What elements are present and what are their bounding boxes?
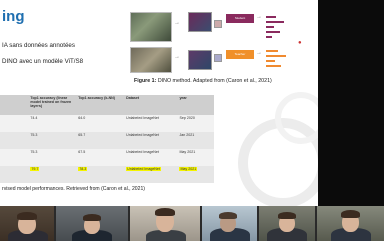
performance-table: Top1 accuracy (linear model trained on f… bbox=[0, 95, 214, 183]
figure-photo-top bbox=[130, 12, 172, 42]
video-tile-participant-2[interactable] bbox=[56, 206, 128, 241]
figure-crop-top bbox=[188, 12, 212, 32]
video-tile-participant-5[interactable] bbox=[259, 206, 315, 241]
screen-share-margin bbox=[318, 0, 384, 206]
output-bars-bottom bbox=[266, 48, 294, 72]
table-row: 75.3 65.7 Unlabeled ImageNet Jan 2021 bbox=[0, 132, 214, 149]
video-participant-strip bbox=[0, 206, 384, 241]
table-header: year bbox=[177, 95, 214, 115]
table-header-row: Top1 accuracy (linear model trained on f… bbox=[0, 95, 214, 115]
decorative-arc bbox=[275, 92, 318, 144]
person-hair bbox=[17, 212, 37, 220]
table-cell: Unlabeled ImageNet bbox=[124, 149, 178, 166]
table-cell bbox=[0, 132, 29, 149]
figure-thumb-top bbox=[214, 20, 222, 28]
arrow-icon: → bbox=[174, 20, 180, 26]
table-cell: 65.7 bbox=[76, 132, 125, 149]
presentation-slide: ing IA sans données annotées DINO avec u… bbox=[0, 0, 318, 206]
figure-caption-text: DINO method. Adapted from (Caron et al.,… bbox=[156, 78, 272, 84]
table-cell-highlighted: 78.3 bbox=[78, 167, 88, 171]
figure-caption-label: Figure 1: bbox=[134, 78, 157, 84]
table-cell-highlighted: 79.7 bbox=[30, 167, 40, 171]
person-hair bbox=[341, 210, 360, 218]
table-cell: 75.3 bbox=[28, 132, 77, 149]
table-header: Top1 accuracy (k-NN) bbox=[76, 95, 125, 115]
bullet-1: IA sans données annotées bbox=[2, 42, 75, 49]
video-tile-participant-3[interactable] bbox=[130, 206, 200, 241]
person-hair bbox=[219, 212, 237, 219]
teacher-box: Teacher bbox=[226, 50, 254, 59]
video-tile-participant-4[interactable] bbox=[202, 206, 257, 241]
person-hair bbox=[278, 212, 296, 219]
video-tile-participant-1[interactable] bbox=[0, 206, 54, 241]
table-header: Dataset bbox=[124, 95, 178, 115]
table-cell: Unlabeled ImageNet bbox=[124, 132, 178, 149]
figure-caption: Figure 1: DINO method. Adapted from (Car… bbox=[134, 78, 272, 84]
person-hair bbox=[83, 214, 101, 221]
arrow-icon: → bbox=[256, 50, 262, 56]
table-row: 74.4 64.0 Unlabeled ImageNet Sep 2020 bbox=[0, 115, 214, 132]
table-cell: Jan 2021 bbox=[177, 132, 214, 149]
arrow-icon: → bbox=[174, 54, 180, 60]
table-cell: 64.0 bbox=[76, 115, 125, 132]
table-cell: May 2021 bbox=[177, 149, 214, 166]
table-header: Top1 accuracy (linear model trained on f… bbox=[28, 95, 77, 115]
video-tile-participant-6[interactable] bbox=[317, 206, 384, 241]
table-cell bbox=[0, 166, 29, 183]
figure-crop-bottom bbox=[188, 50, 212, 70]
table-cell: 67.5 bbox=[76, 149, 125, 166]
table-caption: rvised model performances. Retrieved fro… bbox=[2, 186, 145, 192]
person-hair bbox=[155, 208, 175, 216]
table-row: 75.3 67.5 Unlabeled ImageNet May 2021 bbox=[0, 149, 214, 166]
table-cell: Sep 2020 bbox=[177, 115, 214, 132]
table-cell bbox=[0, 115, 29, 132]
figure-photo-bottom bbox=[130, 47, 172, 73]
table-header bbox=[0, 95, 29, 115]
output-bars-top bbox=[266, 14, 294, 40]
arrow-icon: → bbox=[256, 14, 262, 20]
table-cell bbox=[0, 149, 29, 166]
table-row-highlighted: 79.7 78.3 Unlabeled ImageNet May 2021 bbox=[0, 166, 214, 183]
bullet-2: DINO avec un modèle ViT/S8 bbox=[2, 58, 84, 65]
student-box: Student bbox=[226, 14, 254, 23]
table-cell: Unlabeled ImageNet bbox=[124, 115, 178, 132]
figure-thumb-bottom bbox=[214, 54, 222, 62]
table-cell: 75.3 bbox=[28, 149, 77, 166]
table-cell-highlighted: Unlabeled ImageNet bbox=[126, 167, 161, 171]
table-cell-highlighted: May 2021 bbox=[179, 167, 198, 171]
table-cell: 74.4 bbox=[28, 115, 77, 132]
loss-marker-icon: ● bbox=[298, 40, 302, 46]
slide-title: ing bbox=[2, 8, 25, 25]
